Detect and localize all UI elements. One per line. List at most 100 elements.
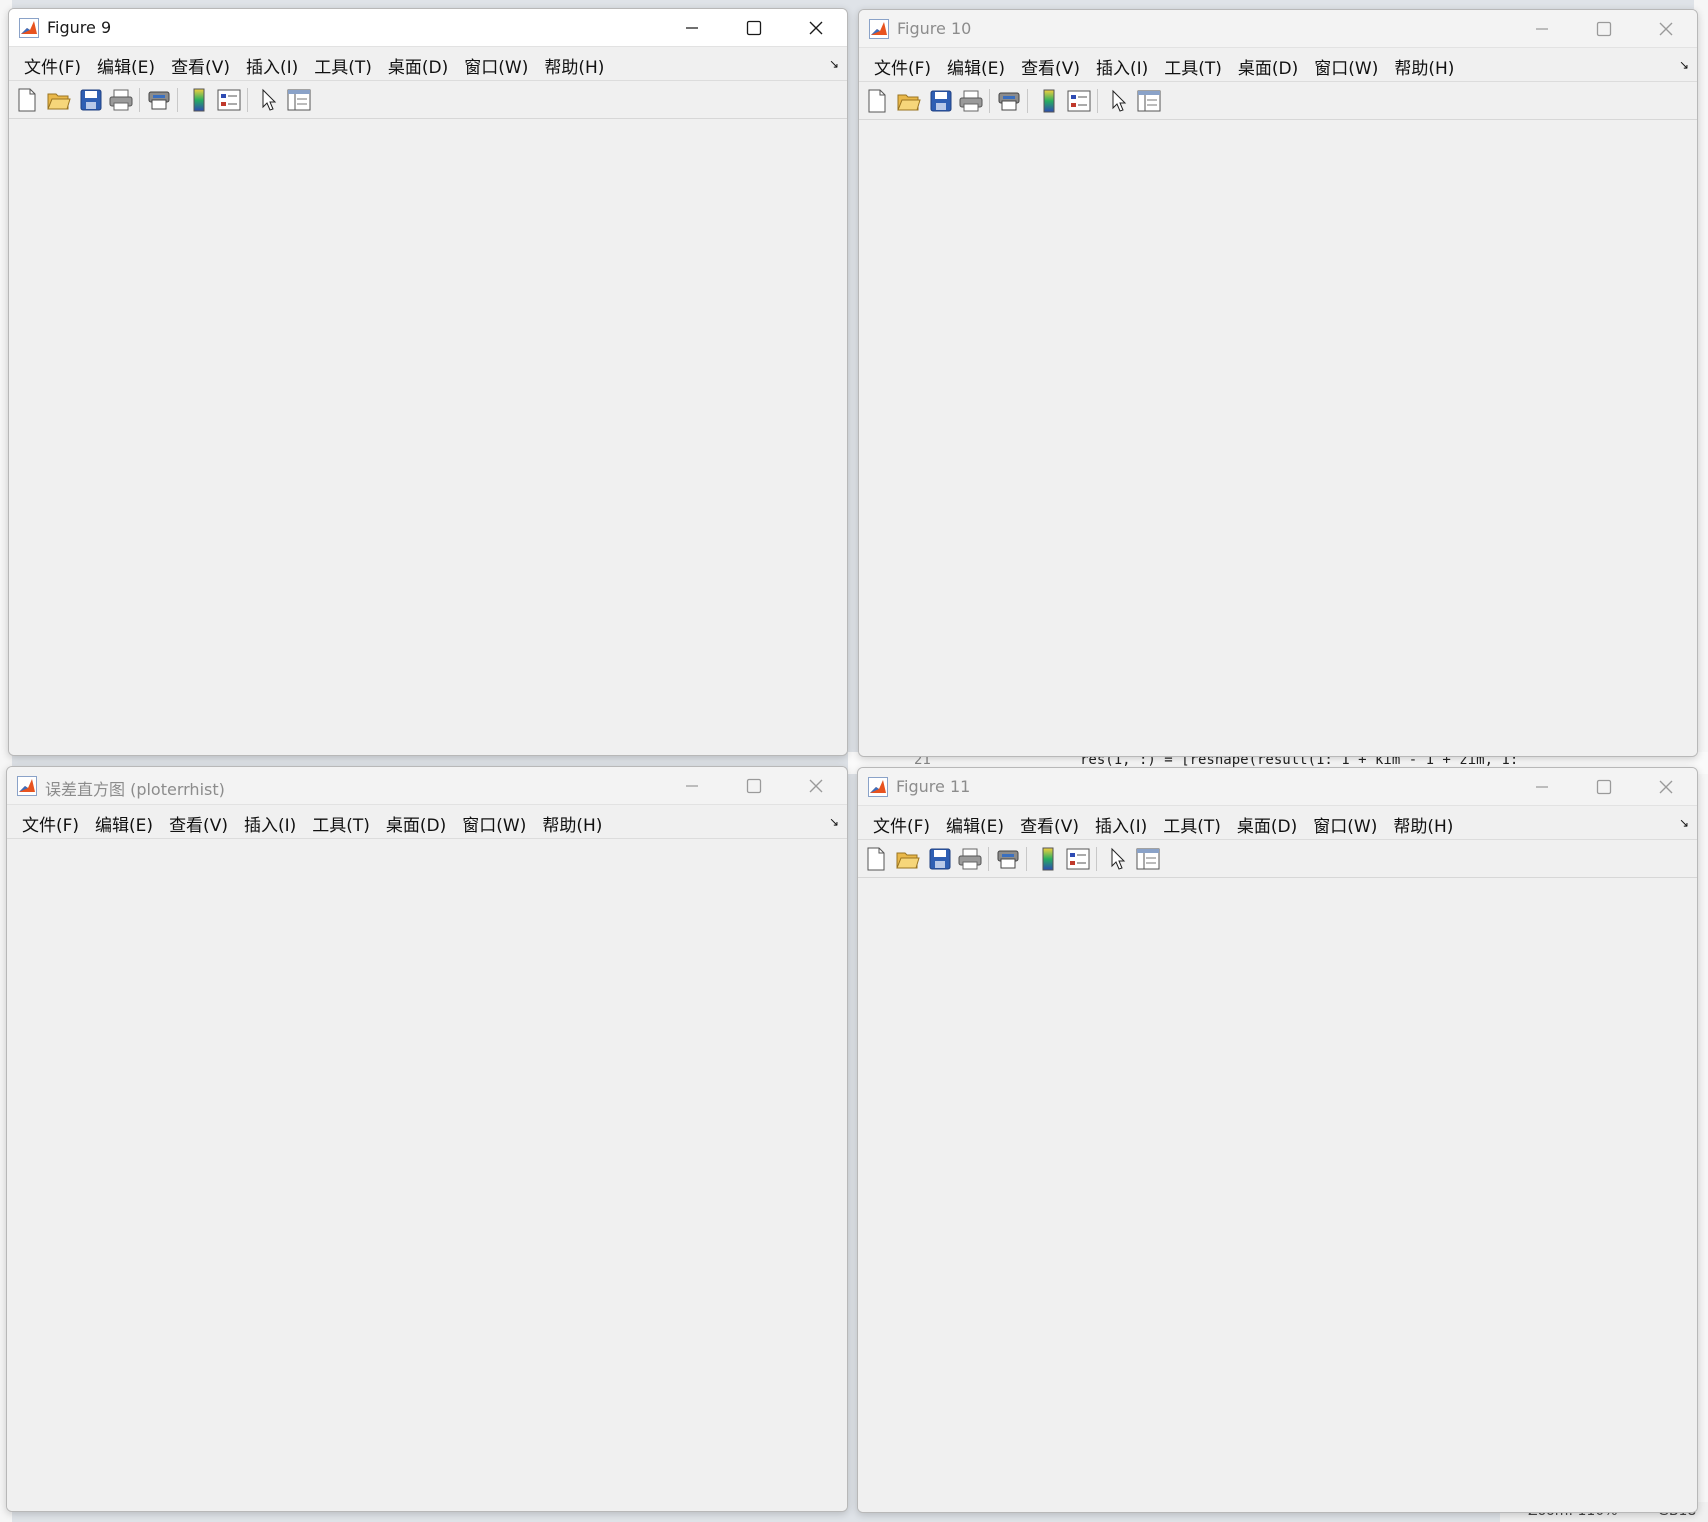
legend-icon[interactable] xyxy=(1064,845,1092,873)
minimize-button[interactable] xyxy=(1511,10,1573,48)
window-title: Figure 9 xyxy=(47,18,112,37)
matlab-icon: 具有 20 个 bin 的误差直方图-0.09292-0.07851-0.064… xyxy=(17,776,779,1421)
minimize-button[interactable] xyxy=(661,9,723,47)
open-icon[interactable] xyxy=(895,87,923,115)
pointer-icon[interactable] xyxy=(1105,87,1133,115)
menu-item-1[interactable]: 编辑(E) xyxy=(940,54,1014,79)
menu-item-2[interactable]: 查看(V) xyxy=(162,811,237,836)
figure-area xyxy=(7,841,847,1511)
title-bar[interactable]: 训练集效果图R2c=0.99997 RMSEC=0.01405524681012… xyxy=(9,9,847,653)
minimize-icon xyxy=(1536,786,1548,788)
figure-9-window[interactable]: 训练集效果图R2c=0.99997 RMSEC=0.01405524681012… xyxy=(8,8,848,756)
maximize-button[interactable] xyxy=(723,9,785,47)
menu-item-4[interactable]: 工具(T) xyxy=(307,53,381,78)
close-button[interactable] xyxy=(785,767,847,805)
menu-item-6[interactable]: 窗口(W) xyxy=(455,811,535,836)
maximize-button[interactable] xyxy=(723,767,785,805)
maximize-button[interactable] xyxy=(1573,768,1635,806)
menu-item-0[interactable]: 文件(F) xyxy=(867,54,940,79)
menu-item-1[interactable]: 编辑(E) xyxy=(939,812,1013,837)
colorbar-icon[interactable] xyxy=(1035,87,1063,115)
print-icon[interactable] xyxy=(107,86,135,114)
menu-item-5[interactable]: 桌面(D) xyxy=(379,811,455,836)
print-preview-icon[interactable] xyxy=(145,86,173,114)
title-bar[interactable]: 具有 20 个 bin 的误差直方图-0.09292-0.07851-0.064… xyxy=(7,767,847,1421)
menu-overflow-icon[interactable]: ↘ xyxy=(829,57,839,71)
close-button[interactable] xyxy=(1635,10,1697,48)
property-editor-icon[interactable] xyxy=(1135,87,1163,115)
minimize-button[interactable] xyxy=(661,767,723,805)
maximize-icon xyxy=(1596,779,1612,795)
menu-item-4[interactable]: 工具(T) xyxy=(1157,54,1231,79)
menu-overflow-icon[interactable]: ↘ xyxy=(1679,816,1689,830)
legend-icon[interactable] xyxy=(215,86,243,114)
toolbar-separator xyxy=(247,88,248,112)
menu-item-5[interactable]: 桌面(D) xyxy=(1230,812,1306,837)
menu-item-0[interactable]: 文件(F) xyxy=(15,811,88,836)
legend-icon[interactable] xyxy=(1065,87,1093,115)
error-histogram-window[interactable]: 具有 20 个 bin 的误差直方图-0.09292-0.07851-0.064… xyxy=(6,766,848,1512)
menu-item-1[interactable]: 编辑(E) xyxy=(88,811,162,836)
open-icon[interactable] xyxy=(894,845,922,873)
menu-item-7[interactable]: 帮助(H) xyxy=(1387,54,1463,79)
minimize-button[interactable] xyxy=(1511,768,1573,806)
menu-overflow-icon[interactable]: ↘ xyxy=(1679,58,1689,72)
menu-item-3[interactable]: 插入(I) xyxy=(237,811,305,836)
colorbar-icon[interactable] xyxy=(1034,845,1062,873)
menu-bar: 文件(F) 编辑(E) 查看(V) 插入(I) 工具(T) 桌面(D) 窗口(W) 帮助(H)… xyxy=(9,47,847,81)
window-title: 误差直方图 (ploterrhist) xyxy=(45,780,225,799)
property-editor-icon[interactable] xyxy=(285,86,313,114)
menu-bar: 文件(F) 编辑(E) 查看(V) 插入(I) 工具(T) 桌面(D) 窗口(W) 帮助(H)… xyxy=(858,806,1697,840)
pointer-icon[interactable] xyxy=(255,86,283,114)
minimize-icon xyxy=(1536,28,1548,30)
new-icon[interactable] xyxy=(13,86,41,114)
pointer-icon[interactable] xyxy=(1104,845,1132,873)
menu-item-5[interactable]: 桌面(D) xyxy=(1231,54,1307,79)
colorbar-icon[interactable] xyxy=(185,86,213,114)
menu-item-3[interactable]: 插入(I) xyxy=(239,53,307,78)
print-icon[interactable] xyxy=(956,845,984,873)
toolbar-separator xyxy=(1096,847,1097,871)
menu-item-6[interactable]: 窗口(W) xyxy=(1306,812,1386,837)
menu-item-4[interactable]: 工具(T) xyxy=(1156,812,1230,837)
print-icon[interactable] xyxy=(957,87,985,115)
menu-item-0[interactable]: 文件(F) xyxy=(17,53,90,78)
menu-item-2[interactable]: 查看(V) xyxy=(1013,812,1088,837)
menu-item-3[interactable]: 插入(I) xyxy=(1088,812,1156,837)
bar-chart xyxy=(7,841,847,1511)
close-button[interactable] xyxy=(785,9,847,47)
menu-item-5[interactable]: 桌面(D) xyxy=(381,53,457,78)
menu-item-3[interactable]: 插入(I) xyxy=(1089,54,1157,79)
print-preview-icon[interactable] xyxy=(994,845,1022,873)
menu-item-2[interactable]: 查看(V) xyxy=(164,53,239,78)
close-icon xyxy=(809,21,823,35)
figure-11-window[interactable]: 所有样本拟合预测图R2p=0.99993 RMSEP=0.01911246810… xyxy=(857,767,1698,1513)
scatter-chart xyxy=(858,880,1697,1512)
menu-item-6[interactable]: 窗口(W) xyxy=(457,53,537,78)
save-icon[interactable] xyxy=(77,86,105,114)
menu-item-2[interactable]: 查看(V) xyxy=(1014,54,1089,79)
menu-item-7[interactable]: 帮助(H) xyxy=(535,811,611,836)
menu-item-0[interactable]: 文件(F) xyxy=(866,812,939,837)
figure-10-window[interactable]: 测试集效果图R2p=0.99989 RMSEP=0.02416634567891… xyxy=(858,9,1698,757)
toolbar-separator xyxy=(139,88,140,112)
menu-item-6[interactable]: 窗口(W) xyxy=(1307,54,1387,79)
open-icon[interactable] xyxy=(45,86,73,114)
new-icon[interactable] xyxy=(863,87,891,115)
menu-item-7[interactable]: 帮助(H) xyxy=(1386,812,1462,837)
new-icon[interactable] xyxy=(862,845,890,873)
maximize-button[interactable] xyxy=(1573,10,1635,48)
save-icon[interactable] xyxy=(927,87,955,115)
menu-item-4[interactable]: 工具(T) xyxy=(305,811,379,836)
property-editor-icon[interactable] xyxy=(1134,845,1162,873)
save-icon[interactable] xyxy=(926,845,954,873)
menu-item-7[interactable]: 帮助(H) xyxy=(537,53,613,78)
maximize-icon xyxy=(746,20,762,36)
close-button[interactable] xyxy=(1635,768,1697,806)
print-preview-icon[interactable] xyxy=(995,87,1023,115)
title-bar[interactable]: 所有样本拟合预测图R2p=0.99993 RMSEP=0.01911246810… xyxy=(858,768,1697,1414)
menu-item-1[interactable]: 编辑(E) xyxy=(90,53,164,78)
title-bar[interactable]: 测试集效果图R2p=0.99989 RMSEP=0.02416634567891… xyxy=(859,10,1697,656)
toolbar-separator xyxy=(988,847,989,871)
menu-overflow-icon[interactable]: ↘ xyxy=(829,815,839,829)
